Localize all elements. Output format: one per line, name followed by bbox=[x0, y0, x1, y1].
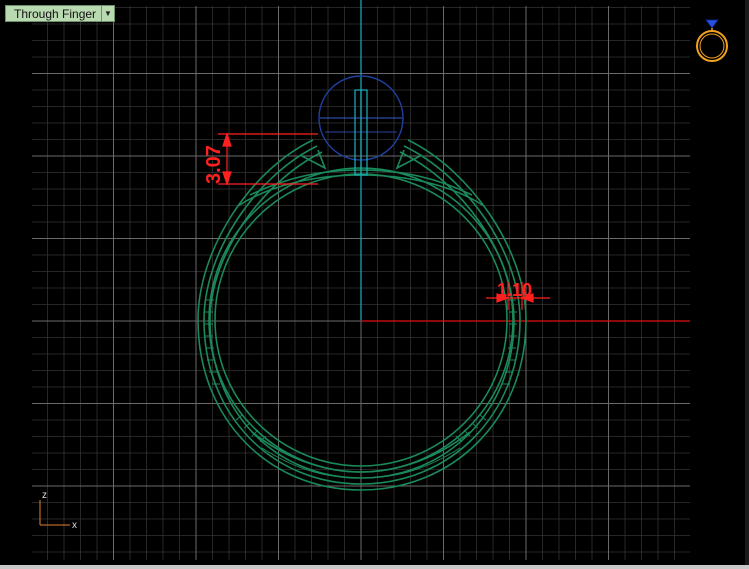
height-dimension-label: 3.07 bbox=[203, 145, 225, 184]
axis-z-label: z bbox=[42, 490, 47, 501]
gem-setting-post[interactable] bbox=[354, 89, 368, 176]
axis-x-label: x bbox=[72, 520, 77, 531]
thickness-dimension-label: 1.10 bbox=[497, 280, 532, 300]
viewport-canvas[interactable]: 3.07 1.10 z x bbox=[0, 0, 749, 569]
viewport-right-border bbox=[745, 0, 749, 569]
chevron-down-icon[interactable]: ▼ bbox=[101, 6, 114, 21]
viewport-bottom-border bbox=[0, 565, 749, 569]
cad-viewport[interactable]: 3.07 1.10 z x Through Finger ▼ bbox=[0, 0, 749, 569]
ring-preview-icon[interactable] bbox=[696, 19, 728, 62]
view-name-label: Through Finger bbox=[14, 6, 97, 21]
view-selector[interactable]: Through Finger ▼ bbox=[5, 5, 115, 22]
axis-gizmo: z x bbox=[39, 490, 77, 531]
